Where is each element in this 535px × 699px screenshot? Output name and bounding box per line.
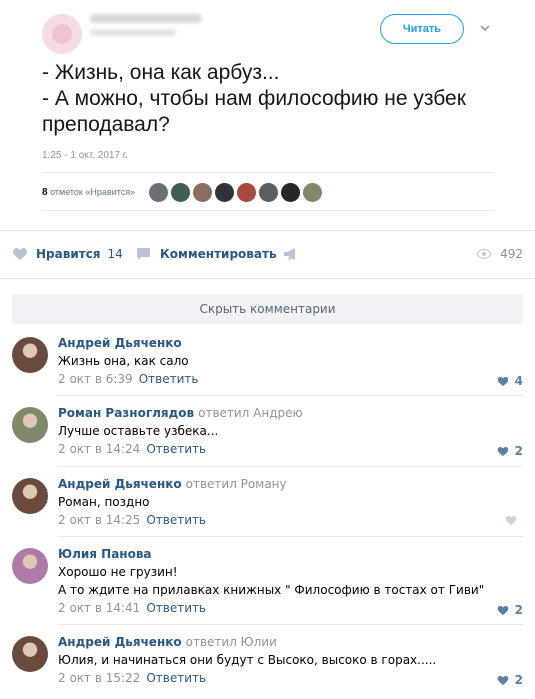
liker-avatar[interactable] [149, 182, 169, 202]
tweet-likes-row: 8 отметок «Нравится» [42, 180, 323, 204]
comment-text: А то ждите на прилавках книжных " Филосо… [58, 583, 485, 597]
comment-text: Хорошо не грузин! [58, 565, 178, 579]
comment-like-button[interactable]: 2 [497, 673, 523, 687]
reply-to-label[interactable]: ответил Роману [186, 477, 287, 491]
comment-author[interactable]: Андрей Дьяченко ответил Роману [58, 477, 287, 491]
comment-like-button[interactable] [505, 515, 523, 526]
avatar[interactable] [12, 407, 48, 443]
comment-icon [137, 248, 150, 260]
tweet-author-avatar [42, 14, 82, 54]
reply-button[interactable]: Ответить [146, 601, 206, 615]
avatar[interactable] [12, 478, 48, 514]
post-actions-bar: Нравится 14 Комментировать 492 [0, 233, 535, 275]
follow-read-button[interactable]: Читать [380, 14, 464, 44]
comment-like-button[interactable]: 2 [497, 444, 523, 458]
heart-icon [497, 446, 508, 456]
hide-comments-button[interactable]: Скрыть комментарии [12, 294, 523, 324]
views-counter: 492 [476, 233, 523, 275]
like-label: Нравится [36, 247, 101, 261]
avatar[interactable] [12, 337, 48, 373]
author-name[interactable]: Андрей Дьяченко [58, 635, 182, 649]
comment-meta: 2 окт в 14:25 Ответить [58, 513, 206, 527]
liker-avatar[interactable] [215, 182, 235, 202]
comment-like-button[interactable]: 2 [497, 603, 523, 617]
comment-like-count: 2 [514, 603, 523, 617]
tweet-timestamp: 1:25 - 1 окт. 2017 г. [42, 150, 128, 161]
tweet-line: - Жизнь, она как арбуз... [42, 61, 280, 84]
comment-like-count: 2 [514, 444, 523, 458]
comment-button[interactable]: Комментировать [136, 247, 277, 261]
comment-text: Юлия, и начинаться они будут с Высоко, в… [58, 653, 437, 667]
comment-like-count: 2 [514, 673, 523, 687]
comment-like-button[interactable]: 4 [497, 374, 523, 388]
comment-meta: 2 окт в 14:41 Ответить [58, 601, 206, 615]
tweet-author-handle-blurred [90, 29, 176, 36]
comment-divider [58, 395, 523, 396]
heart-icon [505, 516, 517, 525]
chevron-down-icon[interactable] [479, 22, 491, 34]
reply-button[interactable]: Ответить [146, 513, 206, 527]
tweet-divider [42, 172, 494, 173]
author-name[interactable]: Андрей Дьяченко [58, 477, 182, 491]
tweet-line: преподавал? [42, 113, 170, 136]
divider [0, 278, 535, 279]
author-name[interactable]: Юлия Панова [58, 547, 152, 561]
comment-time[interactable]: 2 окт в 14:25 [58, 513, 140, 527]
tweet-author-name-blurred [90, 14, 202, 23]
comment-label: Комментировать [160, 247, 277, 261]
liker-avatars [149, 182, 323, 202]
liker-avatar[interactable] [303, 182, 323, 202]
comment-author[interactable]: Андрей Дьяченко [58, 336, 182, 350]
reply-to-label[interactable]: ответил Юлии [186, 635, 277, 649]
avatar[interactable] [12, 636, 48, 672]
embedded-tweet: Читать - Жизнь, она как арбуз... - А мож… [24, 0, 512, 211]
reply-button[interactable]: Ответить [146, 671, 206, 685]
heart-icon [497, 605, 508, 615]
comment-time[interactable]: 2 окт в 14:41 [58, 601, 140, 615]
comment-divider [58, 536, 523, 537]
comment-divider [58, 624, 523, 625]
liker-avatar[interactable] [281, 182, 301, 202]
tweet-likes-text: 8 отметок «Нравится» [42, 187, 135, 198]
reply-button[interactable]: Ответить [139, 372, 199, 386]
liker-avatar[interactable] [237, 182, 257, 202]
tweet-likes-count: 8 [42, 186, 48, 198]
like-count: 14 [107, 247, 123, 261]
divider [0, 230, 535, 231]
like-button[interactable]: Нравится 14 [12, 247, 123, 261]
reply-button[interactable]: Ответить [146, 442, 206, 456]
author-name[interactable]: Андрей Дьяченко [58, 336, 182, 350]
tweet-likes-label: отметок «Нравится» [50, 186, 136, 197]
comment-author[interactable]: Роман Разноглядов ответил Андрею [58, 406, 303, 420]
heart-icon [497, 376, 508, 386]
liker-avatar[interactable] [193, 182, 213, 202]
comment-time[interactable]: 2 окт в 14:24 [58, 442, 140, 456]
heart-icon [13, 248, 27, 260]
comment-author[interactable]: Юлия Панова [58, 547, 152, 561]
comment-meta: 2 окт в 15:22 Ответить [58, 671, 206, 685]
comment-time[interactable]: 2 окт в 15:22 [58, 671, 140, 685]
comment-divider [58, 466, 523, 467]
tweet-divider [42, 210, 494, 211]
comment-text: Жизнь она, как сало [58, 354, 189, 368]
megaphone-icon [284, 248, 295, 260]
reply-to-label[interactable]: ответил Андрею [198, 406, 303, 420]
comment-meta: 2 окт в 6:39 Ответить [58, 372, 198, 386]
comment-text: Лучше оставьте узбека... [58, 424, 219, 438]
eye-icon [476, 249, 492, 259]
views-count: 492 [500, 247, 523, 261]
tweet-line: - А можно, чтобы нам философию не узбек [42, 87, 466, 110]
comment-text: Роман, поздно [58, 495, 150, 509]
avatar[interactable] [12, 548, 48, 584]
comment-like-count: 4 [514, 374, 523, 388]
liker-avatar[interactable] [259, 182, 279, 202]
heart-icon [497, 675, 508, 685]
tweet-text: - Жизнь, она как арбуз... - А можно, что… [42, 60, 492, 138]
author-name[interactable]: Роман Разноглядов [58, 406, 194, 420]
comment-meta: 2 окт в 14:24 Ответить [58, 442, 206, 456]
comment-time[interactable]: 2 окт в 6:39 [58, 372, 133, 386]
comment-author[interactable]: Андрей Дьяченко ответил Юлии [58, 635, 277, 649]
liker-avatar[interactable] [171, 182, 191, 202]
share-button[interactable] [283, 247, 299, 261]
